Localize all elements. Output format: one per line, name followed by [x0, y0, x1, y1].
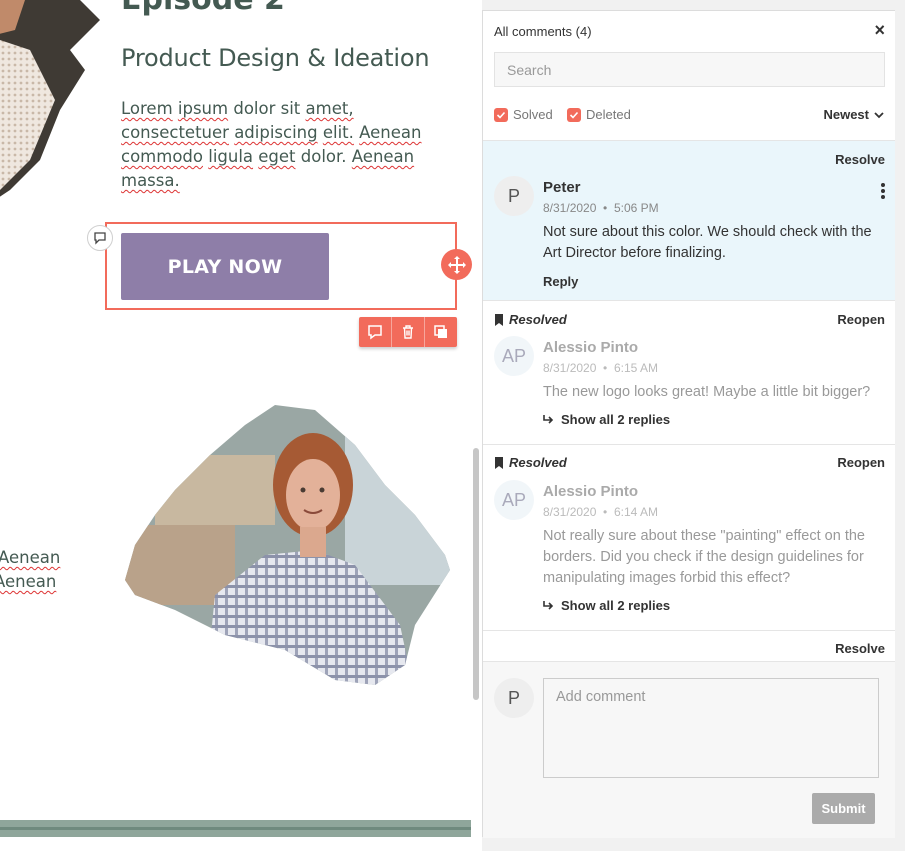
- bookmark-icon: [495, 456, 503, 469]
- comment-thread[interactable]: Resolved Reopen AP Alessio Pinto 8/31/20…: [483, 301, 895, 445]
- comment-timestamp: 8/31/2020 • 6:14 AM: [543, 505, 658, 519]
- comments-panel: All comments (4) × Solved Deleted Newest…: [482, 10, 895, 838]
- add-comment-input[interactable]: [543, 678, 879, 778]
- search-input[interactable]: [494, 52, 885, 87]
- checkbox-checked-icon: [494, 107, 508, 122]
- filter-deleted[interactable]: Deleted: [567, 107, 631, 122]
- resolved-badge: Resolved: [494, 312, 567, 327]
- resolve-button[interactable]: Resolve: [835, 641, 885, 656]
- comment-author: Alessio Pinto: [543, 339, 639, 356]
- delete-tool[interactable]: [392, 317, 425, 347]
- resolve-button[interactable]: Resolve: [835, 152, 885, 167]
- canvas-scrollbar[interactable]: [473, 448, 479, 700]
- comment-author: Peter: [543, 179, 581, 196]
- close-icon[interactable]: ×: [874, 20, 885, 41]
- trash-icon: [403, 325, 413, 339]
- subheading[interactable]: Product Design & Ideation: [121, 44, 430, 72]
- side-paragraph[interactable]: Aenean Aenean: [0, 546, 60, 594]
- comment-thread[interactable]: Resolve: [483, 631, 895, 661]
- move-handle[interactable]: [441, 249, 472, 280]
- comment-body: Not really sure about these "painting" e…: [543, 528, 865, 586]
- reopen-button[interactable]: Reopen: [837, 312, 885, 327]
- reply-arrow-icon: [543, 600, 554, 610]
- duplicate-tool[interactable]: [425, 317, 457, 347]
- duplicate-icon: [434, 325, 447, 338]
- comment-icon: [94, 232, 106, 245]
- design-canvas[interactable]: Episode 2 Product Design & Ideation Lore…: [0, 0, 482, 851]
- panel-header: All comments (4) × Solved Deleted Newest: [483, 11, 895, 141]
- show-replies-button[interactable]: Show all 2 replies: [543, 598, 670, 613]
- avatar: P: [494, 678, 534, 718]
- comment-author: Alessio Pinto: [543, 483, 639, 500]
- episode-title[interactable]: Episode 2: [121, 0, 285, 17]
- checkbox-checked-icon: [567, 107, 581, 122]
- avatar: AP: [494, 336, 534, 376]
- element-toolbar: [359, 317, 457, 347]
- comment-timestamp: 8/31/2020 • 5:06 PM: [543, 201, 659, 215]
- chevron-down-icon: [874, 111, 884, 118]
- comment-composer: P Submit: [483, 661, 895, 838]
- avatar: P: [494, 176, 534, 216]
- panel-title: All comments (4): [494, 24, 592, 39]
- submit-button[interactable]: Submit: [812, 793, 875, 824]
- comment-thread[interactable]: Resolved Reopen AP Alessio Pinto 8/31/20…: [483, 445, 895, 631]
- comment-marker[interactable]: [87, 225, 113, 251]
- add-comment-tool[interactable]: [359, 317, 392, 347]
- reply-arrow-icon: [543, 414, 554, 424]
- top-brush-image: [0, 0, 100, 197]
- show-replies-button[interactable]: Show all 2 replies: [543, 412, 670, 427]
- reply-button[interactable]: Reply: [543, 274, 578, 289]
- comment-thread[interactable]: Resolve P Peter 8/31/2020 • 5:06 PM Not …: [483, 141, 895, 301]
- comment-timestamp: 8/31/2020 • 6:15 AM: [543, 361, 658, 375]
- comment-icon: [368, 325, 382, 340]
- footer-strip: [0, 820, 471, 837]
- sort-dropdown[interactable]: Newest: [823, 107, 885, 122]
- resolved-badge: Resolved: [494, 455, 567, 470]
- more-options-icon[interactable]: [881, 183, 885, 201]
- reopen-button[interactable]: Reopen: [837, 455, 885, 470]
- portrait-brush-image[interactable]: [115, 395, 455, 695]
- comment-body: The new logo looks great! Maybe a little…: [543, 384, 871, 400]
- lorem-paragraph[interactable]: Lorem ipsum dolor sit amet, consectetuer…: [121, 97, 441, 193]
- avatar: AP: [494, 480, 534, 520]
- move-icon: [447, 255, 466, 274]
- comment-body: Not sure about this color. We should che…: [543, 224, 872, 261]
- filter-solved[interactable]: Solved: [494, 107, 553, 122]
- bookmark-icon: [495, 313, 503, 326]
- play-now-button[interactable]: PLAY NOW: [121, 233, 329, 300]
